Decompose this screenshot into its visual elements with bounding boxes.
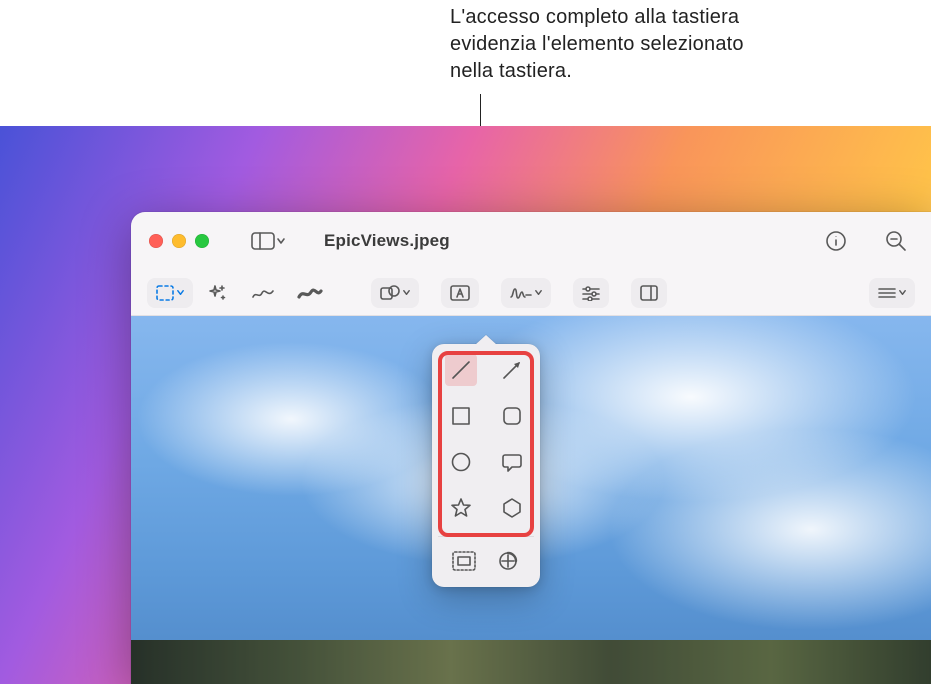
- zoom-out-icon: [885, 230, 907, 252]
- chevron-down-icon: [898, 288, 907, 297]
- shapes-popover: [432, 344, 540, 587]
- shape-circle[interactable]: [445, 446, 477, 478]
- info-icon: [825, 230, 847, 252]
- sign-button[interactable]: [501, 278, 551, 308]
- circle-icon: [449, 450, 473, 474]
- line-icon: [449, 358, 473, 382]
- chevron-down-icon: [534, 288, 543, 297]
- hexagon-icon: [500, 496, 524, 520]
- window-controls: [149, 234, 209, 248]
- markup-toolbar: [131, 270, 931, 316]
- shape-loupe[interactable]: [491, 547, 525, 575]
- shape-rounded-square[interactable]: [496, 400, 528, 432]
- loupe-icon: [496, 550, 520, 572]
- shape-arrow[interactable]: [496, 354, 528, 386]
- chevron-down-icon: [402, 288, 411, 297]
- instant-alpha-button[interactable]: [199, 278, 237, 308]
- crop-button[interactable]: [631, 278, 667, 308]
- selection-icon: [155, 284, 175, 302]
- caption-text: L'accesso completo alla tastiera evidenz…: [450, 4, 770, 85]
- sidebar-icon: [251, 232, 275, 250]
- shapes-button[interactable]: [371, 278, 419, 308]
- draw-button[interactable]: [289, 278, 331, 308]
- chevron-down-icon: [276, 236, 286, 246]
- shapes-extra-row: [442, 547, 530, 575]
- chevron-down-icon: [176, 288, 185, 297]
- shapes-grid: [442, 354, 530, 524]
- popover-divider: [438, 536, 534, 537]
- info-button[interactable]: [819, 226, 853, 256]
- shapes-icon: [379, 284, 401, 302]
- arrow-icon: [500, 358, 524, 382]
- shape-star[interactable]: [445, 492, 477, 524]
- shape-line[interactable]: [445, 354, 477, 386]
- border-style-button[interactable]: [869, 278, 915, 308]
- sketch-button[interactable]: [243, 278, 283, 308]
- shape-square[interactable]: [445, 400, 477, 432]
- shape-speech-bubble[interactable]: [496, 446, 528, 478]
- lines-icon: [877, 286, 897, 300]
- text-icon: [449, 284, 471, 302]
- sketch-icon: [251, 285, 275, 301]
- minimize-window-button[interactable]: [172, 234, 186, 248]
- highlight-area-icon: [451, 550, 477, 572]
- shape-highlight-area[interactable]: [447, 547, 481, 575]
- sliders-icon: [581, 285, 601, 301]
- star-icon: [449, 496, 473, 520]
- sidebar-toggle-button[interactable]: [245, 226, 292, 256]
- signature-icon: [509, 285, 533, 301]
- draw-icon: [297, 285, 323, 301]
- rounded-square-icon: [500, 404, 524, 428]
- sparkle-icon: [207, 283, 229, 303]
- shape-hexagon[interactable]: [496, 492, 528, 524]
- speech-bubble-icon: [500, 450, 524, 474]
- zoom-out-button[interactable]: [879, 226, 913, 256]
- text-button[interactable]: [441, 278, 479, 308]
- selection-tool-button[interactable]: [147, 278, 193, 308]
- zoom-window-button[interactable]: [195, 234, 209, 248]
- titlebar: EpicViews.jpeg: [131, 212, 931, 270]
- close-window-button[interactable]: [149, 234, 163, 248]
- square-icon: [449, 404, 473, 428]
- adjust-color-button[interactable]: [573, 278, 609, 308]
- crop-icon: [639, 284, 659, 302]
- document-title: EpicViews.jpeg: [324, 231, 450, 251]
